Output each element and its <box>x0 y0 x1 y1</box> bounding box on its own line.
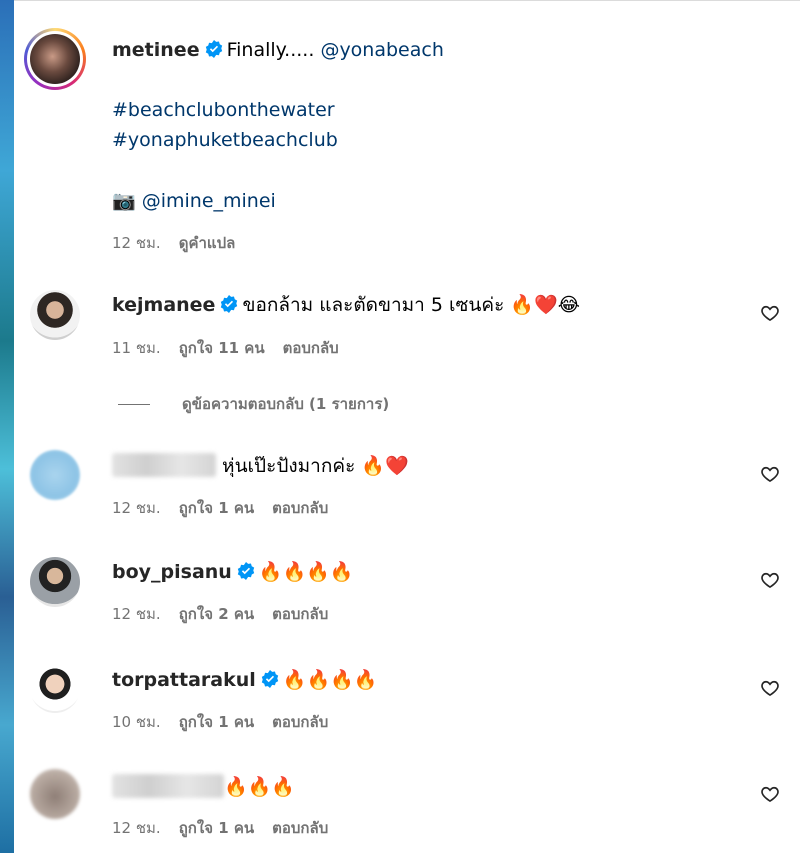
comment-username[interactable]: boy_pisanu <box>112 561 232 583</box>
reply-button[interactable]: ตอบกลับ <box>272 499 328 517</box>
reply-button[interactable]: ตอบกลับ <box>272 605 328 623</box>
comment-likes[interactable]: ถูกใจ 1 คน <box>179 713 254 731</box>
avatar[interactable] <box>30 450 80 500</box>
reply-button[interactable]: ตอบกลับ <box>283 339 339 357</box>
avatar[interactable] <box>30 663 80 713</box>
comment-emojis: 🔥🔥🔥 <box>224 776 295 798</box>
comment-username[interactable]: kejmanee <box>112 294 215 316</box>
comment-time: 12 ชม. <box>112 605 161 623</box>
heart-outline-icon[interactable] <box>760 678 780 698</box>
heart-outline-icon[interactable] <box>760 570 780 590</box>
comment-meta: 12 ชม. ถูกใจ 1 คน ตอบกลับ <box>112 816 346 840</box>
camera-icon: 📷 <box>112 190 136 212</box>
comment-text: หุ่นเป๊ะปังมากค่ะ <box>222 455 356 477</box>
reply-button[interactable]: ตอบกลับ <box>272 713 328 731</box>
comment-meta: 10 ชม. ถูกใจ 1 คน ตอบกลับ <box>112 710 346 734</box>
comment-line: torpattarakul 🔥🔥🔥🔥 <box>112 668 377 692</box>
avatar[interactable] <box>30 290 80 340</box>
comment-likes[interactable]: ถูกใจ 1 คน <box>179 499 254 517</box>
comment-username[interactable]: torpattarakul <box>112 669 256 691</box>
view-replies-button[interactable]: ดูข้อความตอบกลับ (1 รายการ) <box>118 392 389 416</box>
verified-badge-icon <box>261 670 278 688</box>
comment-line: หุ่นเป๊ะปังมากค่ะ 🔥❤️ <box>112 453 409 478</box>
background-strip <box>0 0 14 853</box>
caption-hashtag-1[interactable]: #beachclubonthewater <box>112 98 335 122</box>
comment-emojis: 🔥🔥🔥🔥 <box>282 669 378 691</box>
comment-emojis: 🔥❤️ <box>361 455 409 477</box>
comment-line: kejmanee ขอกล้าม และตัดขามา 5 เซนค่ะ 🔥❤️😂 <box>112 293 580 317</box>
comment-meta: 11 ชม. ถูกใจ 11 คน ตอบกลับ <box>112 336 357 360</box>
comment-meta: 12 ชม. ถูกใจ 1 คน ตอบกลับ <box>112 496 346 520</box>
comment-text: ขอกล้าม และตัดขามา 5 เซนค่ะ <box>242 294 505 316</box>
heart-outline-icon[interactable] <box>760 784 780 804</box>
comment-line: boy_pisanu 🔥🔥🔥🔥 <box>112 560 353 584</box>
caption-credit-line: 📷 @imine_minei <box>112 189 276 213</box>
caption-text: Finally..... <box>226 39 315 61</box>
translate-link[interactable]: ดูคำแปล <box>179 234 236 252</box>
verified-badge-icon <box>205 40 222 58</box>
comment-time: 10 ชม. <box>112 713 161 731</box>
caption-first-line: metinee Finally..... @yonabeach <box>112 38 444 62</box>
avatar[interactable] <box>30 769 80 819</box>
comment-emojis: 🔥❤️😂 <box>510 294 580 316</box>
verified-badge-icon <box>221 295 238 313</box>
comment-meta: 12 ชม. ถูกใจ 2 คน ตอบกลับ <box>112 602 346 626</box>
heart-outline-icon[interactable] <box>760 464 780 484</box>
caption-username[interactable]: metinee <box>112 39 200 61</box>
comment-likes[interactable]: ถูกใจ 2 คน <box>179 605 254 623</box>
caption-photo-credit[interactable]: @imine_minei <box>142 190 276 212</box>
reply-button[interactable]: ตอบกลับ <box>272 819 328 837</box>
caption-meta: 12 ชม. ดูคำแปล <box>112 231 253 255</box>
comment-time: 11 ชม. <box>112 339 161 357</box>
avatar[interactable] <box>30 557 80 607</box>
comment-emojis: 🔥🔥🔥🔥 <box>258 561 354 583</box>
comments-panel: metinee Finally..... @yonabeach #beachclu… <box>14 0 800 853</box>
comment-likes[interactable]: ถูกใจ 1 คน <box>179 819 254 837</box>
blurred-username <box>112 453 216 477</box>
verified-badge-icon <box>237 562 255 580</box>
caption-avatar[interactable] <box>24 28 86 90</box>
caption-hashtag-2[interactable]: #yonaphuketbeachclub <box>112 128 338 152</box>
heart-outline-icon[interactable] <box>760 303 780 323</box>
caption-mention[interactable]: @yonabeach <box>320 39 443 61</box>
comment-time: 12 ชม. <box>112 499 161 517</box>
comment-line: 🔥🔥🔥 <box>112 774 295 799</box>
comment-likes[interactable]: ถูกใจ 11 คน <box>179 339 265 357</box>
caption-time: 12 ชม. <box>112 234 161 252</box>
view-replies-label: ดูข้อความตอบกลับ (1 รายการ) <box>182 395 390 413</box>
blurred-username <box>112 774 224 798</box>
comment-time: 12 ชม. <box>112 819 161 837</box>
divider-dash <box>118 404 150 405</box>
